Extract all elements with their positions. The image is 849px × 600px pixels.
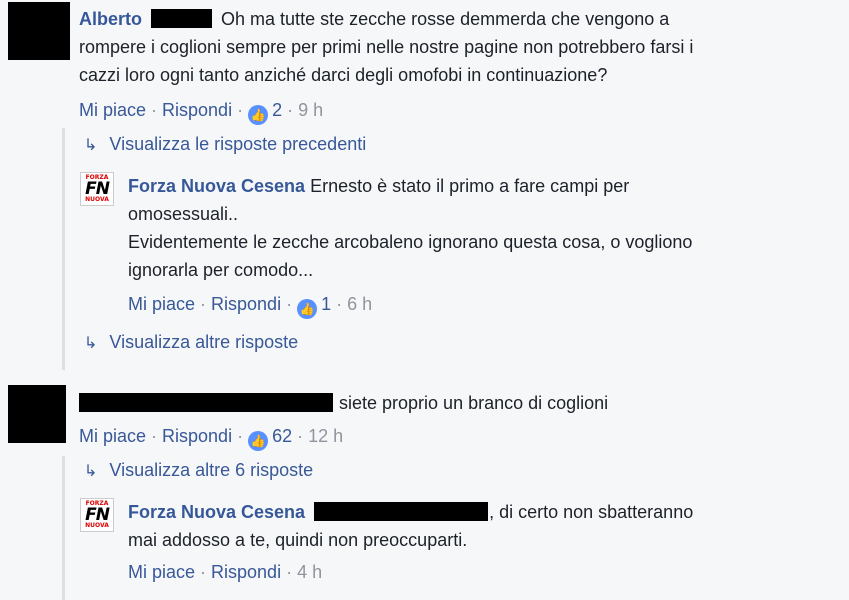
like-button[interactable]: Mi piace (79, 100, 146, 120)
timestamp[interactable]: 4 h (297, 562, 322, 582)
reply-text-line: Ernesto è stato il primo a fare campi pe… (310, 176, 630, 196)
page-avatar[interactable]: FORZA FN NUOVA (80, 172, 114, 206)
reply-text-line: ignorarla per comodo... (128, 260, 314, 280)
redacted-name (151, 9, 213, 28)
reply-button[interactable]: Rispondi (162, 426, 232, 446)
view-more-replies-link[interactable]: ↳ Visualizza altre risposte (84, 330, 298, 356)
avatar[interactable] (8, 2, 70, 60)
reply-arrow-icon: ↳ (84, 137, 98, 154)
logo-text-bottom: NUOVA (85, 196, 109, 203)
like-button[interactable]: Mi piace (128, 562, 195, 582)
thumbs-up-icon[interactable]: 👍 (248, 105, 269, 125)
view-previous-replies-link[interactable]: ↳ Visualizza le risposte precedenti (84, 132, 366, 158)
separator: · (200, 562, 207, 582)
separator: · (286, 294, 293, 314)
reply-author[interactable]: Forza Nuova Cesena (128, 176, 305, 196)
comment-text: siete proprio un branco di coglioni (339, 393, 609, 413)
timestamp[interactable]: 6 h (347, 294, 372, 314)
like-count[interactable]: 1 (321, 294, 331, 314)
view-more-replies-label: Visualizza altre risposte (109, 332, 299, 352)
separator: · (200, 294, 207, 314)
reply-body: Forza Nuova Cesena Ernesto è stato il pr… (128, 172, 843, 284)
view-more-replies-label: Visualizza altre 6 risposte (109, 460, 314, 480)
reply-text-line: , di certo non sbatteranno (489, 502, 694, 522)
redacted-name (314, 502, 489, 521)
reply-arrow-icon: ↳ (84, 463, 98, 480)
reply-actions: Mi piace · Rispondi · 👍 1 · 6 h (128, 292, 372, 319)
thumbs-up-icon[interactable]: 👍 (248, 431, 269, 451)
comment-body: siete proprio un branco di coglioni (79, 389, 839, 417)
reply-button[interactable]: Rispondi (211, 562, 281, 582)
avatar[interactable] (8, 385, 66, 443)
reply-thread-line (62, 128, 65, 370)
comment-actions: Mi piace · Rispondi · 👍 62 · 12 h (79, 424, 343, 451)
logo-text-mid: FN (85, 505, 110, 525)
reply-text-line: Evidentemente le zecche arcobaleno ignor… (128, 232, 693, 252)
comment-body: Alberto Oh ma tutte ste zecche rosse dem… (79, 5, 839, 89)
timestamp[interactable]: 9 h (298, 100, 323, 120)
separator: · (151, 100, 158, 120)
timestamp[interactable]: 12 h (308, 426, 343, 446)
reply-button[interactable]: Rispondi (162, 100, 232, 120)
like-count[interactable]: 62 (272, 426, 292, 446)
separator: · (237, 426, 244, 446)
redacted-name (79, 393, 333, 412)
comment-text-line: Oh ma tutte ste zecche rosse demmerda ch… (221, 9, 670, 29)
comment-text-line: cazzi loro ogni tanto anziché darci degl… (79, 65, 608, 85)
page-avatar[interactable]: FORZA FN NUOVA (80, 498, 114, 532)
separator: · (151, 426, 158, 446)
like-button[interactable]: Mi piace (79, 426, 146, 446)
separator: · (286, 562, 293, 582)
separator: · (336, 294, 343, 314)
separator: · (287, 100, 294, 120)
reply-text-line: mai addosso a te, quindi non preoccupart… (128, 530, 468, 550)
reply-text-line: omosessuali.. (128, 204, 239, 224)
comment-author[interactable]: Alberto (79, 9, 142, 29)
reply-actions: Mi piace · Rispondi · 4 h (128, 560, 322, 584)
comment-text-line: rompere i coglioni sempre per primi nell… (79, 37, 694, 57)
like-button[interactable]: Mi piace (128, 294, 195, 314)
view-previous-replies-label: Visualizza le risposte precedenti (109, 134, 367, 154)
reply-button[interactable]: Rispondi (211, 294, 281, 314)
logo-text-bottom: NUOVA (85, 522, 109, 529)
like-count[interactable]: 2 (272, 100, 282, 120)
reply-author[interactable]: Forza Nuova Cesena (128, 502, 305, 522)
thumbs-up-icon[interactable]: 👍 (297, 299, 318, 319)
view-more-replies-link[interactable]: ↳ Visualizza altre 6 risposte (84, 458, 313, 484)
logo-text-mid: FN (85, 179, 110, 199)
separator: · (237, 100, 244, 120)
comment-actions: Mi piace · Rispondi · 👍 2 · 9 h (79, 98, 323, 125)
reply-arrow-icon: ↳ (84, 335, 98, 352)
separator: · (297, 426, 304, 446)
reply-body: Forza Nuova Cesena , di certo non sbatte… (128, 498, 843, 554)
reply-thread-line (62, 456, 65, 600)
